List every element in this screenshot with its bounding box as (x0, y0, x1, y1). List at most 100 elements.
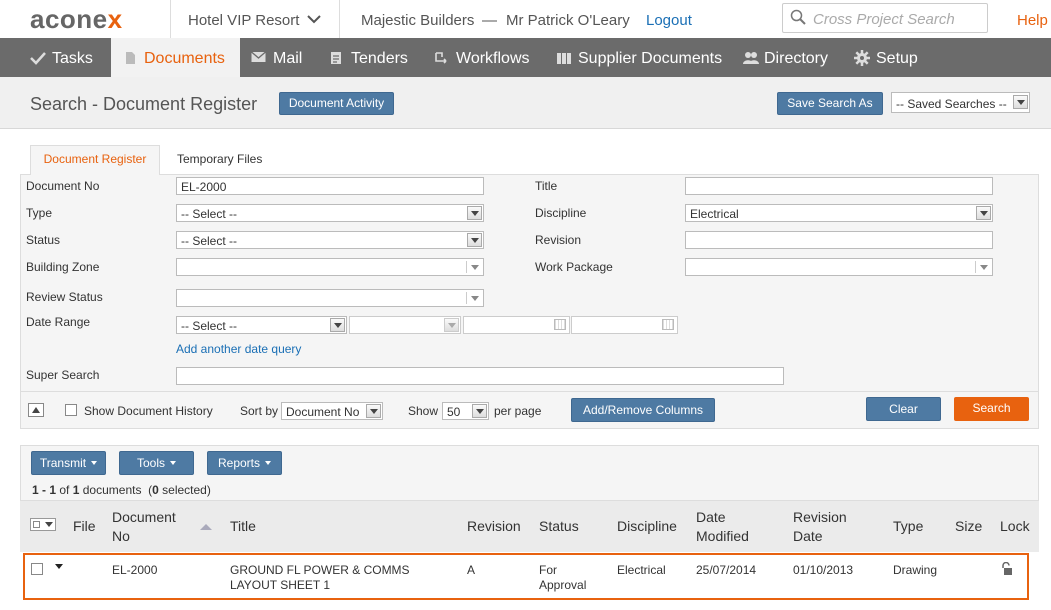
document-no-input[interactable]: EL-2000 (176, 177, 484, 195)
nav-directory[interactable]: Directory (742, 38, 832, 77)
reports-button[interactable]: Reports (207, 451, 282, 475)
collapse-button[interactable] (28, 403, 44, 417)
review-status-label: Review Status (26, 290, 103, 304)
nav-tenders[interactable]: Tenders (330, 38, 410, 77)
date-operator-select (349, 316, 461, 334)
saved-searches-select[interactable]: -- Saved Searches -- (891, 92, 1030, 113)
nav-documents-label: Documents (144, 50, 225, 67)
page-size-select[interactable]: 50 (442, 402, 489, 420)
cross-project-search-input[interactable]: Cross Project Search (782, 3, 988, 33)
chevron-down-icon (976, 206, 991, 220)
review-status-select[interactable] (176, 289, 484, 307)
super-search-input[interactable] (176, 367, 784, 385)
date-range-label: Date Range (26, 315, 91, 329)
filter-dropdown-icon (975, 261, 990, 273)
building-zone-label: Building Zone (26, 260, 100, 274)
filter-dropdown-icon (466, 292, 481, 304)
super-search-label: Super Search (26, 368, 100, 382)
chevron-down-icon (467, 206, 482, 220)
col-discipline[interactable]: Discipline (617, 517, 677, 536)
page-title: Search - Document Register (30, 94, 258, 114)
col-date-modified[interactable]: Date Modified (696, 508, 756, 546)
transmit-button[interactable]: Transmit (31, 451, 106, 475)
date-to-input (571, 316, 678, 334)
people-icon (743, 52, 759, 64)
select-all-checkbox[interactable] (30, 518, 56, 531)
count-docs: documents (82, 483, 142, 497)
chevron-down-icon (1013, 95, 1028, 109)
discipline-value: Electrical (690, 207, 739, 221)
project-selector[interactable]: Hotel VIP Resort (188, 12, 321, 29)
status-value: -- Select -- (181, 234, 238, 248)
calendar-icon (554, 319, 566, 330)
nav-supplier-documents-label: Supplier Documents (578, 50, 723, 67)
tab-temporary-files[interactable]: Temporary Files (177, 152, 262, 166)
col-type[interactable]: Type (893, 517, 923, 536)
search-placeholder: Cross Project Search (813, 11, 955, 28)
company-name: Majestic Builders (361, 12, 475, 29)
supplier-icon (557, 53, 571, 64)
add-remove-columns-button[interactable]: Add/Remove Columns (571, 398, 715, 422)
revision-label: Revision (535, 233, 582, 247)
nav-setup-label: Setup (876, 50, 918, 67)
type-select[interactable]: -- Select -- (176, 204, 484, 222)
work-package-select[interactable] (685, 258, 993, 276)
search-button[interactable]: Search (954, 397, 1029, 421)
show-history-checkbox[interactable] (65, 404, 77, 416)
col-lock[interactable]: Lock (1000, 517, 1030, 536)
nav-setup[interactable]: Setup (854, 38, 924, 77)
type-value: -- Select -- (181, 207, 238, 221)
col-revision[interactable]: Revision (467, 517, 521, 536)
logout-link[interactable]: Logout (646, 12, 692, 29)
save-search-as-button[interactable]: Save Search As (777, 92, 883, 115)
document-activity-button[interactable]: Document Activity (279, 92, 394, 115)
col-status[interactable]: Status (539, 517, 579, 536)
discipline-select[interactable]: Electrical (685, 204, 993, 222)
chevron-down-icon (467, 233, 482, 247)
nav-documents[interactable]: Documents (111, 38, 240, 77)
col-size[interactable]: Size (955, 517, 982, 536)
status-select[interactable]: -- Select -- (176, 231, 484, 249)
date-range-select[interactable]: -- Select -- (176, 316, 347, 334)
search-icon (790, 9, 806, 25)
title-input[interactable] (685, 177, 993, 195)
date-from-input (463, 316, 570, 334)
tools-label: Tools (136, 456, 165, 470)
nav-workflows[interactable]: Workflows (434, 38, 534, 77)
row-highlight (23, 553, 1029, 600)
nav-tenders-label: Tenders (351, 50, 408, 67)
sort-ascending-icon (200, 524, 212, 530)
add-date-query-link[interactable]: Add another date query (176, 342, 301, 356)
reports-label: Reports (217, 456, 261, 470)
nav-supplier-documents[interactable]: Supplier Documents (556, 38, 722, 77)
help-link[interactable]: Help (1017, 12, 1048, 29)
saved-searches-value: -- Saved Searches -- (896, 97, 1007, 111)
revision-input[interactable] (685, 231, 993, 249)
count-total: 1 (72, 483, 80, 497)
col-revision-date[interactable]: Revision Date (793, 508, 853, 546)
building-zone-select[interactable] (176, 258, 484, 276)
triangle-up-icon (32, 407, 40, 413)
aconex-logo[interactable]: aconex (30, 4, 123, 35)
col-file[interactable]: File (73, 517, 96, 536)
tab-document-register[interactable]: Document Register (30, 145, 160, 175)
col-title[interactable]: Title (230, 517, 256, 536)
tools-button[interactable]: Tools (119, 451, 194, 475)
project-name: Hotel VIP Resort (188, 12, 300, 29)
show-history-label: Show Document History (84, 404, 213, 418)
status-label: Status (26, 233, 61, 247)
user-name: Mr Patrick O'Leary (506, 12, 630, 29)
col-document-no[interactable]: Document No (112, 508, 192, 546)
nav-tasks[interactable]: Tasks (30, 38, 110, 77)
type-label: Type (26, 206, 53, 220)
logo-text: acone (30, 4, 108, 34)
sort-by-label: Sort by (240, 404, 279, 418)
divider (339, 0, 340, 38)
clear-button[interactable]: Clear (866, 397, 941, 421)
sort-by-select[interactable]: Document No (281, 402, 383, 420)
work-package-label: Work Package (535, 260, 613, 274)
nav-directory-label: Directory (764, 50, 829, 67)
nav-mail[interactable]: Mail (251, 38, 311, 77)
nav-workflows-label: Workflows (456, 50, 530, 67)
sort-by-value: Document No (286, 405, 360, 419)
